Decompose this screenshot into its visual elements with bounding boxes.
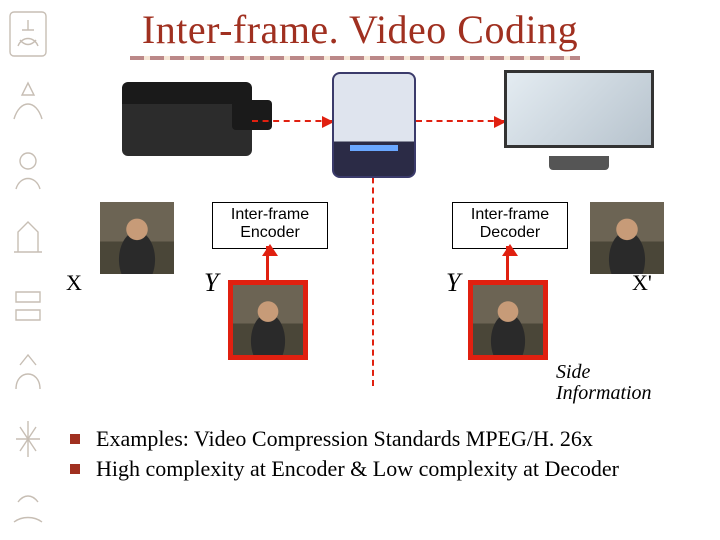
side-info-frame-left [228,280,308,360]
egyptian-glyph-icon [7,347,49,395]
server-tower-icon [332,72,416,178]
label-x-prime: X' [632,270,652,296]
bullet-item: High complexity at Encoder & Low complex… [70,454,700,484]
side-information-label: Side Information [556,362,652,404]
egyptian-glyph-icon [7,212,49,260]
side-info-line1: Side [556,362,652,383]
bullet-list: Examples: Video Compression Standards MP… [70,424,700,483]
egyptian-glyph-icon [7,280,49,328]
encoder-label-line1: Inter-frame [221,206,319,224]
output-frame-xprime [590,202,664,274]
label-y-left: Y [204,268,218,298]
decoder-block: Inter-frame Decoder [452,202,568,249]
arrow-sideinfo-to-encoder [266,246,269,280]
flow-arrow-server-to-monitor [416,120,504,122]
bullet-text: Examples: Video Compression Standards MP… [96,424,593,454]
slide-left-border [4,0,52,540]
bullet-icon [70,464,80,474]
decoder-label-line1: Inter-frame [461,206,559,224]
title-underline [130,56,580,60]
label-x: X [66,270,82,296]
decoder-label-line2: Decoder [461,224,559,242]
camera-icon [122,82,252,156]
slide-title: Inter-frame. Video Coding [0,6,720,53]
bullet-item: Examples: Video Compression Standards MP… [70,424,700,454]
bullet-icon [70,434,80,444]
side-info-frame-right [468,280,548,360]
input-frame-x [100,202,174,274]
diagram-canvas: Inter-frame Encoder Inter-frame Decoder … [56,70,706,400]
flat-monitor-icon [504,70,654,170]
encoder-label-line2: Encoder [221,224,319,242]
encoder-block: Inter-frame Encoder [212,202,328,249]
egyptian-glyph-icon [7,145,49,193]
label-y-right: Y [446,268,460,298]
arrow-sideinfo-to-decoder [506,246,509,280]
egyptian-glyph-icon [7,77,49,125]
bullet-text: High complexity at Encoder & Low complex… [96,454,619,484]
egyptian-glyph-icon [7,482,49,530]
flow-arrow-camera-to-server [252,120,332,122]
side-info-line2: Information [556,383,652,404]
egyptian-glyph-icon [7,415,49,463]
